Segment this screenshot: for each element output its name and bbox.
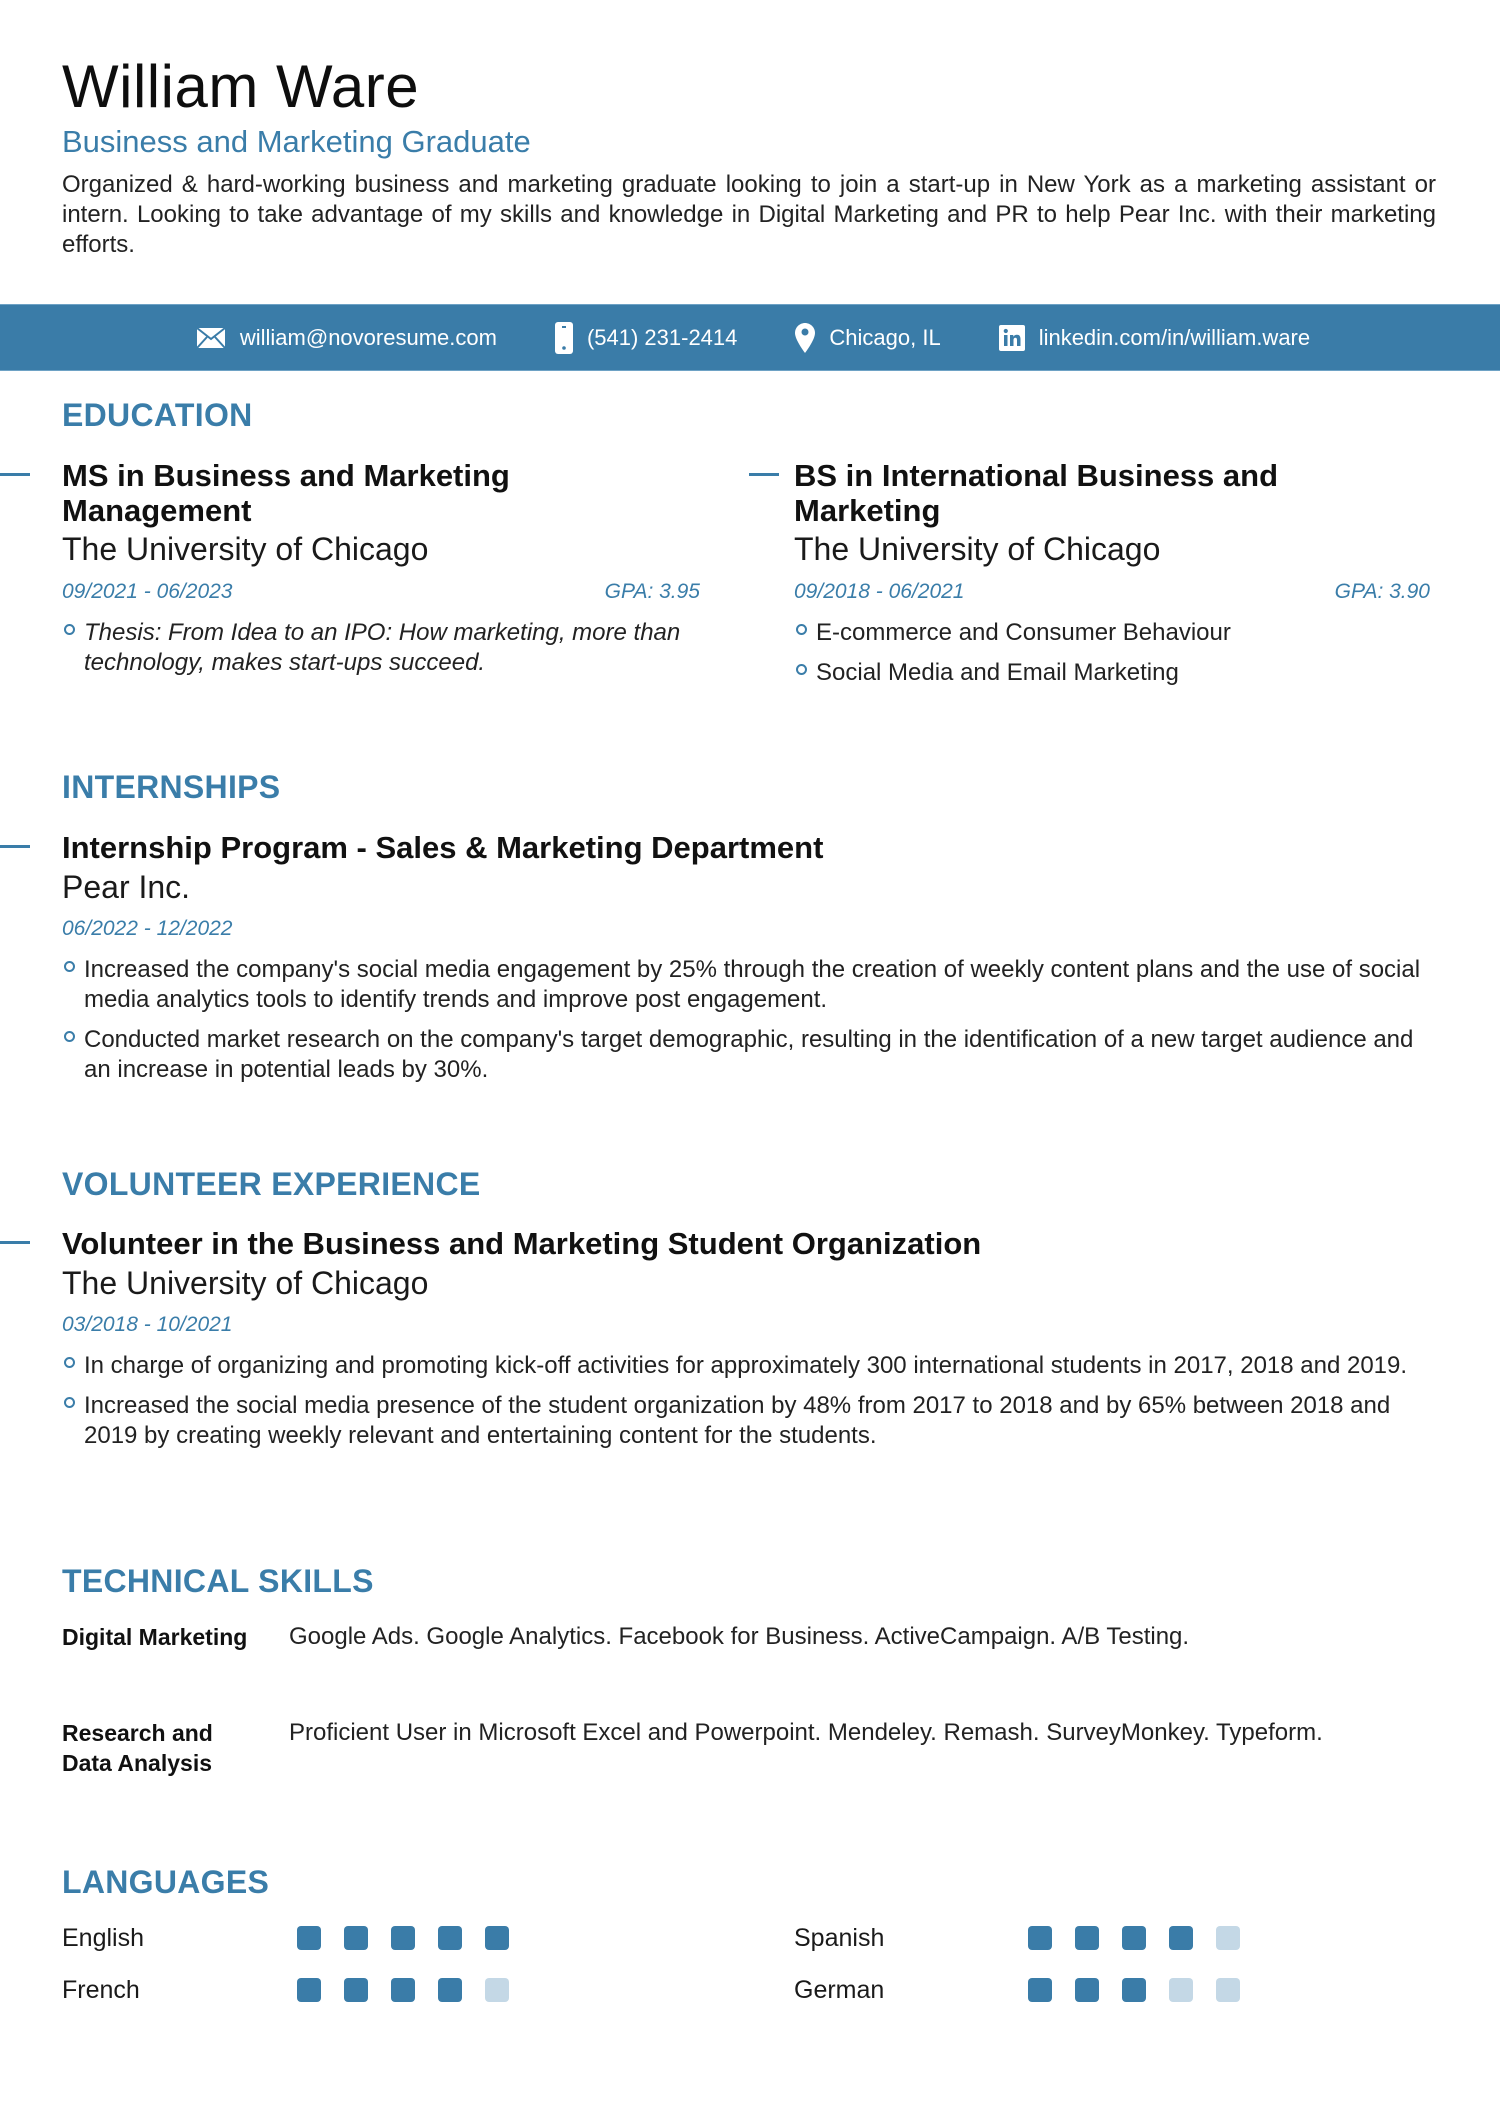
resume-page: William Ware Business and Marketing Grad… bbox=[0, 0, 1500, 2122]
education-dates: 09/2021 - 06/2023 bbox=[62, 580, 233, 603]
list-item: Increased the company's social media eng… bbox=[62, 955, 1442, 1015]
language-name: English bbox=[62, 1924, 144, 1952]
language-name: German bbox=[794, 1976, 885, 2004]
level-dot-filled bbox=[485, 1926, 509, 1950]
contact-phone-text: (541) 231-2414 bbox=[586, 324, 738, 350]
candidate-summary: Organized & hard-working business and ma… bbox=[62, 171, 1436, 258]
section-title-languages: LANGUAGES bbox=[62, 1864, 270, 1900]
language-level bbox=[297, 1926, 509, 1950]
map-pin-icon bbox=[795, 322, 816, 353]
section-title-internships: INTERNSHIPS bbox=[62, 769, 281, 805]
section-title-skills: TECHNICAL SKILLS bbox=[62, 1563, 374, 1599]
entry-marker bbox=[0, 845, 30, 848]
skill-value: Proficient User in Microsoft Excel and P… bbox=[289, 1719, 1323, 1746]
level-dot-empty bbox=[1169, 1978, 1193, 2002]
internship-org: Pear Inc. bbox=[62, 869, 191, 905]
linkedin-icon bbox=[998, 324, 1025, 351]
level-dot-filled bbox=[438, 1926, 462, 1950]
internship-dates: 06/2022 - 12/2022 bbox=[62, 917, 233, 940]
section-title-volunteer: VOLUNTEER EXPERIENCE bbox=[62, 1166, 481, 1202]
volunteer-org: The University of Chicago bbox=[62, 1265, 429, 1301]
internship-bullets: Increased the company's social media eng… bbox=[62, 955, 1442, 1095]
level-dot-filled bbox=[297, 1978, 321, 2002]
skill-label: Digital Marketing bbox=[62, 1624, 248, 1650]
list-item: In charge of organizing and promoting ki… bbox=[62, 1351, 1442, 1381]
level-dot-filled bbox=[297, 1926, 321, 1950]
entry-marker bbox=[0, 473, 30, 476]
language-level bbox=[1028, 1926, 1240, 1950]
entry-marker bbox=[749, 473, 779, 476]
list-item: Increased the social media presence of t… bbox=[62, 1391, 1442, 1451]
level-dot-filled bbox=[1028, 1926, 1052, 1950]
level-dot-filled bbox=[1122, 1926, 1146, 1950]
level-dot-empty bbox=[485, 1978, 509, 2002]
level-dot-filled bbox=[1169, 1926, 1193, 1950]
level-dot-filled bbox=[344, 1926, 368, 1950]
education-degree: BS in International Business and Marketi… bbox=[794, 458, 1279, 528]
language-name: Spanish bbox=[794, 1924, 885, 1952]
internship-role: Internship Program - Sales & Marketing D… bbox=[62, 830, 824, 865]
contact-phone[interactable]: (541) 231-2414 bbox=[554, 321, 738, 354]
entry-marker bbox=[0, 1241, 30, 1244]
level-dot-filled bbox=[438, 1978, 462, 2002]
list-item: E-commerce and Consumer Behaviour bbox=[794, 618, 1434, 648]
list-item: Conducted market research on the company… bbox=[62, 1025, 1442, 1085]
education-gpa: GPA: 3.90 bbox=[1334, 580, 1430, 603]
language-name: French bbox=[62, 1976, 140, 2004]
education-degree: MS in Business and Marketing Management bbox=[62, 458, 510, 528]
section-title-education: EDUCATION bbox=[62, 397, 253, 433]
list-item: Thesis: From Idea to an IPO: How marketi… bbox=[62, 618, 702, 678]
candidate-headline: Business and Marketing Graduate bbox=[62, 124, 531, 159]
level-dot-filled bbox=[391, 1926, 415, 1950]
level-dot-filled bbox=[1075, 1978, 1099, 2002]
contact-linkedin[interactable]: linkedin.com/in/william.ware bbox=[998, 324, 1311, 351]
contact-banner: william@novoresume.com (541) 231-2414 Ch… bbox=[0, 304, 1500, 371]
phone-icon bbox=[554, 321, 573, 354]
education-school: The University of Chicago bbox=[62, 531, 429, 567]
contact-location[interactable]: Chicago, IL bbox=[795, 322, 941, 353]
level-dot-filled bbox=[1075, 1926, 1099, 1950]
skill-value: Google Ads. Google Analytics. Facebook f… bbox=[289, 1623, 1190, 1650]
level-dot-empty bbox=[1216, 1926, 1240, 1950]
candidate-name: William Ware bbox=[62, 53, 420, 120]
level-dot-filled bbox=[391, 1978, 415, 2002]
contact-email[interactable]: william@novoresume.com bbox=[196, 325, 497, 351]
education-dates: 09/2018 - 06/2021 bbox=[794, 580, 965, 603]
volunteer-dates: 03/2018 - 10/2021 bbox=[62, 1313, 233, 1336]
level-dot-filled bbox=[1028, 1978, 1052, 2002]
level-dot-filled bbox=[1122, 1978, 1146, 2002]
volunteer-role: Volunteer in the Business and Marketing … bbox=[62, 1226, 982, 1261]
list-item: Social Media and Email Marketing bbox=[794, 658, 1434, 688]
level-dot-empty bbox=[1216, 1978, 1240, 2002]
education-bullets: E-commerce and Consumer Behaviour Social… bbox=[794, 618, 1434, 698]
education-bullets: Thesis: From Idea to an IPO: How marketi… bbox=[62, 618, 702, 688]
education-gpa: GPA: 3.95 bbox=[604, 580, 700, 603]
contact-location-text: Chicago, IL bbox=[829, 324, 941, 350]
volunteer-bullets: In charge of organizing and promoting ki… bbox=[62, 1351, 1442, 1461]
language-level bbox=[297, 1978, 509, 2002]
skill-label: Research and Data Analysis bbox=[62, 1720, 213, 1776]
language-level bbox=[1028, 1978, 1240, 2002]
contact-linkedin-text: linkedin.com/in/william.ware bbox=[1038, 324, 1311, 350]
contact-email-text: william@novoresume.com bbox=[239, 324, 497, 350]
envelope-icon bbox=[196, 326, 226, 349]
level-dot-filled bbox=[344, 1978, 368, 2002]
education-school: The University of Chicago bbox=[794, 531, 1161, 567]
